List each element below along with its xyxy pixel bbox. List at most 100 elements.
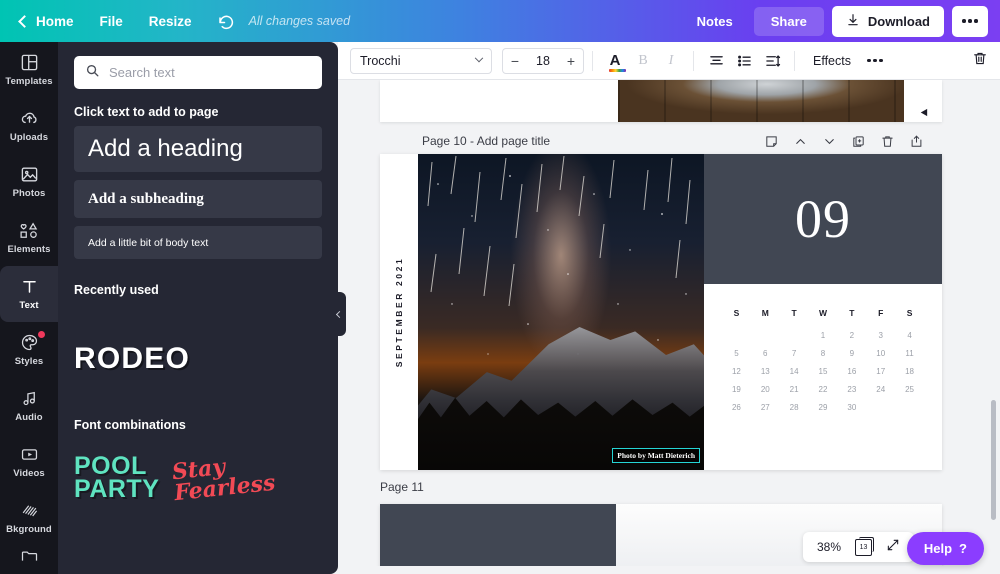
sidebar-item-text[interactable]: Text xyxy=(0,266,58,322)
share-corner-icon xyxy=(920,108,927,117)
recently-used-label: Recently used xyxy=(74,283,159,297)
more-horizontal-icon[interactable] xyxy=(952,5,988,37)
sidebar-item-photos[interactable]: Photos xyxy=(0,154,58,210)
calendar-day xyxy=(780,331,809,340)
calendar-day: 19 xyxy=(731,385,741,394)
search-input[interactable] xyxy=(109,65,311,80)
bold-label: B xyxy=(638,52,648,68)
calendar-dow: M xyxy=(761,308,769,318)
align-center-icon[interactable] xyxy=(702,48,730,74)
sidebar-item-templates[interactable]: Templates xyxy=(0,42,58,98)
add-page-icon[interactable] xyxy=(909,134,924,149)
calendar-block[interactable]: S M T W T F S 1 2 3 4 5 6 7 8 9 10 11 12 13 14 15 16 17 18 19 20 21… xyxy=(704,284,942,470)
add-heading-card[interactable]: Add a heading xyxy=(74,126,322,172)
delete-element-button[interactable] xyxy=(972,50,988,72)
sidebar-item-label: Styles xyxy=(14,356,44,367)
share-button[interactable]: Share xyxy=(753,6,824,36)
page-header-icons xyxy=(764,134,924,149)
calendar-day: 6 xyxy=(763,349,768,358)
sidebar-item-label: Templates xyxy=(5,76,53,87)
calendar-day: 14 xyxy=(789,367,799,376)
font-combo-stay-fearless[interactable]: Stay Fearless xyxy=(171,452,277,506)
font-size-decrease-button[interactable]: − xyxy=(503,53,527,69)
add-body-text-card[interactable]: Add a little bit of body text xyxy=(74,226,322,259)
sidebar-item-elements[interactable]: Elements xyxy=(0,210,58,266)
italic-label: I xyxy=(668,52,674,68)
font-family-select[interactable]: Trocchi xyxy=(350,47,492,74)
font-combinations-row: POOL PARTY Stay Fearless xyxy=(58,439,338,507)
line-spacing-icon[interactable] xyxy=(758,48,786,74)
add-subheading-card[interactable]: Add a subheading xyxy=(74,180,322,218)
effects-button[interactable]: Effects xyxy=(803,54,861,68)
page-11-title[interactable]: Page 11 xyxy=(380,480,942,504)
download-label: Download xyxy=(867,13,930,29)
font-size-increase-button[interactable]: + xyxy=(559,53,583,69)
calendar-day: 27 xyxy=(760,403,770,412)
page-9-partial[interactable] xyxy=(380,80,942,122)
undo-icon[interactable] xyxy=(217,12,235,30)
recent-text-rodeo[interactable]: RODEO xyxy=(74,342,190,376)
home-label: Home xyxy=(36,13,74,29)
text-color-letter: A xyxy=(608,53,626,72)
file-menu-button[interactable]: File xyxy=(87,8,136,35)
combo-line-2: PARTY xyxy=(74,475,160,503)
video-play-icon xyxy=(20,445,39,464)
italic-button[interactable]: I xyxy=(657,48,685,74)
calendar-day xyxy=(722,331,751,340)
download-button[interactable]: Download xyxy=(831,5,944,37)
note-icon[interactable] xyxy=(764,134,779,149)
expand-arrows-icon[interactable] xyxy=(886,538,900,557)
search-box[interactable] xyxy=(74,56,322,89)
templates-icon xyxy=(20,53,39,72)
zoom-level-value[interactable]: 38% xyxy=(817,540,841,554)
chevron-up-icon[interactable] xyxy=(793,134,808,149)
panel-collapse-button[interactable] xyxy=(332,292,346,336)
toolbar-more-horizontal-icon[interactable] xyxy=(861,48,889,74)
sidebar-item-videos[interactable]: Videos xyxy=(0,434,58,490)
sidebar-item-styles[interactable]: Styles xyxy=(0,322,58,378)
help-button[interactable]: Help ? xyxy=(906,532,984,565)
help-question-icon: ? xyxy=(959,541,967,556)
sidebar-item-folder-partial[interactable] xyxy=(0,546,58,566)
page-9-photo xyxy=(618,80,904,122)
month-number-block[interactable]: 09 xyxy=(704,154,942,284)
text-toolbar: Trocchi − 18 + A B I Effects xyxy=(338,42,1000,80)
page-10-canvas[interactable]: SEPTEMBER 2021 Photo by Matt Dieterich 0… xyxy=(380,154,942,470)
calendar-day: 12 xyxy=(731,367,741,376)
text-color-a-icon[interactable]: A xyxy=(601,48,629,74)
canvas-vertical-scrollbar[interactable] xyxy=(991,400,996,520)
calendar-day: 25 xyxy=(905,385,915,394)
font-size-stepper[interactable]: − 18 + xyxy=(502,47,584,74)
trash-icon[interactable] xyxy=(880,134,895,149)
sidebar-item-audio[interactable]: Audio xyxy=(0,378,58,434)
pages-icon[interactable]: 13 xyxy=(855,536,874,556)
resize-button[interactable]: Resize xyxy=(136,8,205,35)
sidebar-item-label: Bkground xyxy=(6,524,52,535)
photo-credit-badge[interactable]: Photo by Matt Dieterich xyxy=(612,448,700,463)
top-bar: Home File Resize All changes saved Notes… xyxy=(0,0,1000,42)
chevron-down-icon xyxy=(474,53,484,62)
top-bar-left-group: Home File Resize All changes saved xyxy=(0,8,350,35)
notes-button[interactable]: Notes xyxy=(684,7,746,36)
chevron-left-icon xyxy=(335,310,343,318)
page-title[interactable]: Page 10 - Add page title xyxy=(422,134,550,148)
sidebar-item-uploads[interactable]: Uploads xyxy=(0,98,58,154)
canvas-bottom-strip xyxy=(338,566,1000,574)
calendar-dow: F xyxy=(878,308,884,318)
chevron-down-icon[interactable] xyxy=(822,134,837,149)
calendar-day: 18 xyxy=(905,367,915,376)
duplicate-icon[interactable] xyxy=(851,134,866,149)
bullet-list-icon[interactable] xyxy=(730,48,758,74)
bold-button[interactable]: B xyxy=(629,48,657,74)
search-row xyxy=(58,42,338,89)
page-10-month-column: SEPTEMBER 2021 xyxy=(380,154,418,470)
document-canvas[interactable]: Page 10 - Add page title SEPTEMBER 2021 … xyxy=(338,80,1000,574)
font-size-value[interactable]: 18 xyxy=(527,54,559,68)
font-combo-pool-party[interactable]: POOL PARTY xyxy=(74,454,160,503)
page-10-night-sky-photo[interactable]: Photo by Matt Dieterich xyxy=(418,154,704,470)
notification-badge xyxy=(38,331,45,338)
text-t-icon xyxy=(20,277,39,296)
calendar-grid: S M T W T F S 1 2 3 4 5 6 7 8 9 10 11 12 13 14 15 16 17 18 19 20 21… xyxy=(722,308,924,412)
sidebar-item-background[interactable]: Bkground xyxy=(0,490,58,546)
home-button[interactable]: Home xyxy=(14,8,87,35)
